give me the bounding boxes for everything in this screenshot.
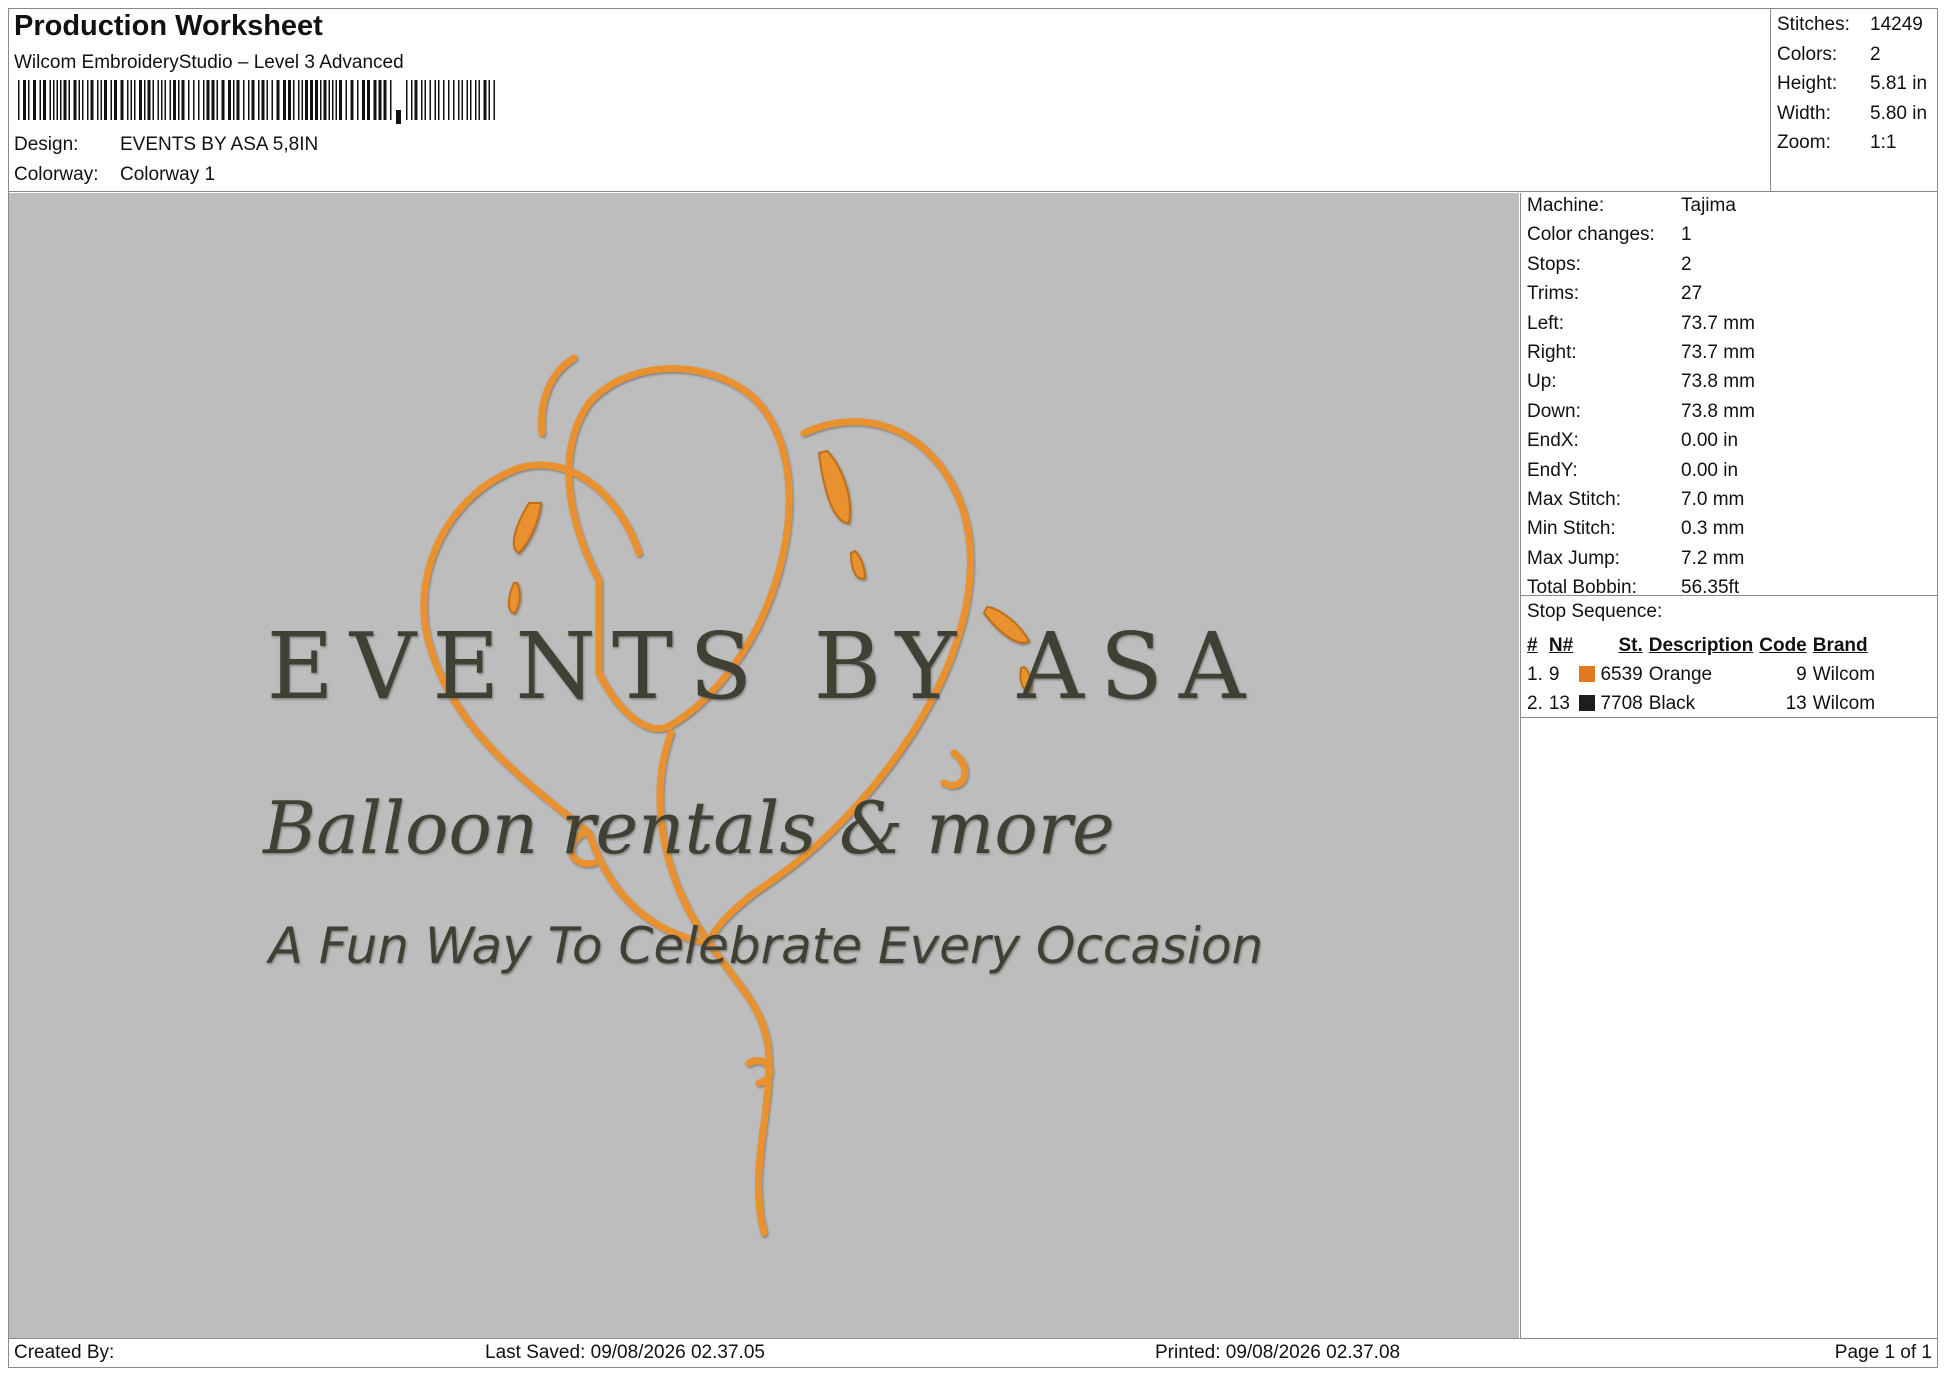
table-header-row: # N# St. Description Code Brand bbox=[1525, 631, 1879, 660]
string-knot bbox=[745, 1057, 774, 1087]
stop-sequence-table: # N# St. Description Code Brand 1. 9 653… bbox=[1525, 631, 1879, 718]
col-brand: Brand bbox=[1812, 634, 1868, 656]
design-line3: A Fun Way To Celebrate Every Occasion bbox=[266, 917, 1263, 975]
machine-info-row: Up: 73.8 mm bbox=[1527, 371, 1755, 393]
last-saved: Last Saved: 09/08/2026 02.37.05 bbox=[485, 1342, 765, 1363]
stat-height: Height: 5.81 in bbox=[1777, 73, 1928, 94]
machine-info-row: EndY: 0.00 in bbox=[1527, 459, 1739, 481]
stat-colors: Colors: 2 bbox=[1777, 43, 1881, 65]
string-curl-right bbox=[940, 749, 969, 789]
machine-info-row: Color changes: 1 bbox=[1527, 224, 1692, 246]
divider bbox=[1521, 595, 1938, 596]
created-by: Created By: bbox=[14, 1342, 115, 1363]
col-stitches: St. bbox=[1618, 634, 1643, 656]
col-code: Code bbox=[1759, 634, 1807, 656]
software-name: Wilcom EmbroideryStudio – Level 3 Advanc… bbox=[14, 52, 404, 73]
stat-stitches: Stitches: 14249 bbox=[1777, 14, 1923, 35]
machine-info-row: Right: 73.7 mm bbox=[1527, 342, 1755, 363]
color-swatch bbox=[1579, 694, 1596, 711]
machine-info-row: Trims: 27 bbox=[1527, 283, 1703, 305]
machine-info-row: Down: 73.8 mm bbox=[1527, 400, 1755, 422]
machine-info-row: EndX: 0.00 in bbox=[1527, 430, 1739, 452]
page-number: Page 1 of 1 bbox=[1834, 1342, 1932, 1363]
machine-info-row: Left: 73.7 mm bbox=[1527, 312, 1755, 334]
stat-width: Width: 5.80 in bbox=[1777, 102, 1928, 124]
stat-zoom: Zoom: 1:1 bbox=[1777, 132, 1897, 153]
design-line2: Balloon rentals & more bbox=[261, 786, 1115, 870]
design-line1: EVENTS BY ASA bbox=[267, 613, 1262, 720]
printed-date: Printed: 09/08/2026 02.37.08 bbox=[1155, 1342, 1401, 1363]
machine-info-panel: Machine: Tajima Color changes: 1 Stops: 2 Trim… bbox=[1520, 193, 1938, 1338]
page-title: Production Worksheet bbox=[14, 10, 323, 42]
colorway-label: Colorway: bbox=[14, 164, 99, 185]
divider bbox=[1521, 717, 1938, 718]
design-label: Design: bbox=[14, 134, 79, 155]
machine-info-row: Machine: Tajima bbox=[1527, 195, 1736, 216]
colorway-row: Colorway: Colorway 1 bbox=[14, 164, 215, 186]
worksheet-footer: Created By: Last Saved: 09/08/2026 02.37… bbox=[8, 1338, 1938, 1368]
machine-info-row: Stops: 2 bbox=[1527, 253, 1692, 275]
table-row: 2. 13 7708 Black 13 Wilcom bbox=[1527, 692, 1876, 714]
machine-info-row: Max Jump: 7.2 mm bbox=[1527, 547, 1745, 569]
design-row: Design: EVENTS BY ASA 5,8IN bbox=[14, 134, 318, 156]
colorway-value: Colorway 1 bbox=[120, 164, 216, 185]
color-swatch bbox=[1579, 665, 1596, 682]
col-index: # bbox=[1527, 634, 1538, 656]
design-preview: EVENTS BY ASA Balloon rentals & more A F… bbox=[9, 193, 1519, 1338]
table-row: 1. 9 6539 Orange 9 Wilcom bbox=[1527, 663, 1876, 685]
col-description: Description bbox=[1648, 634, 1754, 656]
col-needle: N# bbox=[1548, 634, 1574, 656]
machine-info-row: Min Stitch: 0.3 mm bbox=[1527, 518, 1745, 540]
embroidery-artwork: EVENTS BY ASA Balloon rentals & more A F… bbox=[261, 354, 1263, 1237]
stop-sequence-title: Stop Sequence: bbox=[1527, 601, 1663, 622]
design-value: EVENTS BY ASA 5,8IN bbox=[120, 134, 319, 155]
machine-info-row: Max Stitch: 7.0 mm bbox=[1527, 489, 1745, 510]
barcode bbox=[18, 80, 495, 124]
design-text: EVENTS BY ASA Balloon rentals & more A F… bbox=[261, 613, 1263, 975]
left-balloon-highlight bbox=[537, 354, 578, 437]
stats-box: Stitches: 14249 Colors: 2 Height: 5.81 in W… bbox=[1770, 8, 1938, 192]
worksheet-header: Production Worksheet Wilcom EmbroiderySt… bbox=[8, 8, 1938, 192]
